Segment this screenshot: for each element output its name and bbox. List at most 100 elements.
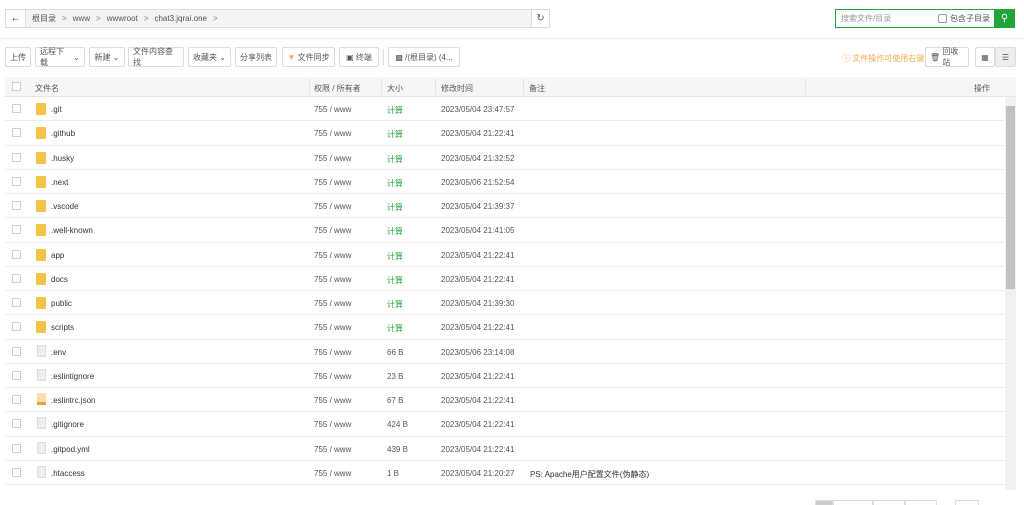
file-size[interactable]: 计算: [387, 251, 403, 262]
table-row[interactable]: .htaccess 755 / www 1 B 2023/05/04 21:20…: [5, 461, 1005, 486]
back-arrow-icon[interactable]: ←: [6, 10, 26, 27]
refresh-icon[interactable]: ↻: [531, 10, 549, 27]
file-perm[interactable]: 755 / www: [314, 299, 351, 308]
remote-download-button[interactable]: 远程下载 ⌄: [35, 47, 85, 67]
row-checkbox[interactable]: [12, 298, 21, 308]
file-perm[interactable]: 755 / www: [314, 445, 351, 454]
favorites-button[interactable]: 收藏夹 ⌄: [188, 47, 231, 67]
pager-button[interactable]: [815, 500, 833, 505]
scrollbar-thumb[interactable]: [1006, 106, 1015, 289]
file-name[interactable]: .next: [51, 178, 68, 187]
table-row[interactable]: .well-known 755 / www 计算 2023/05/04 21:4…: [5, 218, 1005, 243]
row-checkbox[interactable]: [12, 346, 21, 356]
file-size[interactable]: 计算: [387, 178, 403, 189]
col-size[interactable]: 大小: [387, 83, 403, 94]
table-row[interactable]: .vscode 755 / www 计算 2023/05/04 21:39:37: [5, 194, 1005, 219]
pager-button[interactable]: [873, 500, 905, 505]
breadcrumb-root[interactable]: 根目录: [32, 13, 56, 24]
content-search-button[interactable]: 文件内容查找: [128, 47, 184, 67]
row-checkbox[interactable]: [12, 225, 21, 235]
share-list-button[interactable]: 分享列表: [235, 47, 277, 67]
recycle-bin-button[interactable]: 🗑 回收站: [925, 47, 969, 67]
table-row[interactable]: .husky 755 / www 计算 2023/05/04 21:32:52: [5, 146, 1005, 170]
file-name[interactable]: .git: [51, 105, 62, 114]
row-checkbox[interactable]: [12, 128, 21, 138]
disk-button[interactable]: ▩ /(根目录) (4...: [388, 47, 460, 67]
file-name[interactable]: .gitpod.yml: [51, 445, 90, 454]
row-checkbox[interactable]: [12, 395, 21, 405]
file-remark[interactable]: PS: Apache用户配置文件(伪静态): [530, 469, 649, 480]
file-name[interactable]: .htaccess: [51, 469, 85, 478]
file-name[interactable]: .gitignore: [51, 420, 84, 429]
table-row[interactable]: .github 755 / www 计算 2023/05/04 21:22:41: [5, 121, 1005, 146]
file-perm[interactable]: 755 / www: [314, 202, 351, 211]
file-name[interactable]: public: [51, 299, 72, 308]
grid-view-icon[interactable]: ▦: [975, 47, 995, 67]
file-name[interactable]: docs: [51, 275, 68, 284]
file-perm[interactable]: 755 / www: [314, 105, 351, 114]
search-input[interactable]: 搜索文件/目录: [836, 13, 938, 24]
row-checkbox[interactable]: [12, 322, 21, 332]
row-checkbox[interactable]: [12, 201, 21, 211]
table-row[interactable]: .git 755 / www 计算 2023/05/04 23:47:57: [5, 97, 1005, 122]
row-checkbox[interactable]: [12, 176, 21, 186]
file-size[interactable]: 计算: [387, 323, 403, 334]
file-size[interactable]: 计算: [387, 129, 403, 140]
file-name[interactable]: scripts: [51, 323, 74, 332]
new-button[interactable]: 新建 ⌄: [89, 47, 125, 67]
file-name[interactable]: .eslintignore: [51, 372, 94, 381]
file-name[interactable]: .env: [51, 348, 66, 357]
col-name[interactable]: 文件名: [35, 83, 59, 94]
file-name[interactable]: .github: [51, 129, 75, 138]
pager-button[interactable]: [905, 500, 937, 505]
col-mtime[interactable]: 修改时间: [441, 83, 473, 94]
file-name[interactable]: .well-known: [51, 226, 93, 235]
pager-button[interactable]: [955, 500, 979, 505]
table-row[interactable]: scripts 755 / www 计算 2023/05/04 21:22:41: [5, 315, 1005, 340]
file-perm[interactable]: 755 / www: [314, 420, 351, 429]
file-perm[interactable]: 755 / www: [314, 154, 351, 163]
table-row[interactable]: docs 755 / www 计算 2023/05/04 21:22:41: [5, 267, 1005, 292]
row-checkbox[interactable]: [12, 370, 21, 380]
file-size[interactable]: 计算: [387, 275, 403, 286]
file-perm[interactable]: 755 / www: [314, 251, 351, 260]
file-perm[interactable]: 755 / www: [314, 129, 351, 138]
breadcrumb-wwwroot[interactable]: wwwroot: [107, 14, 138, 23]
file-name[interactable]: app: [51, 251, 64, 260]
list-view-icon[interactable]: ☰: [995, 47, 1016, 67]
file-size[interactable]: 计算: [387, 105, 403, 116]
table-row[interactable]: .gitignore 755 / www 424 B 2023/05/04 21…: [5, 412, 1005, 437]
file-perm[interactable]: 755 / www: [314, 323, 351, 332]
table-row[interactable]: .next 755 / www 计算 2023/05/06 21:52:54: [5, 170, 1005, 195]
row-checkbox[interactable]: [12, 152, 21, 162]
file-size[interactable]: 计算: [387, 202, 403, 213]
file-perm[interactable]: 755 / www: [314, 348, 351, 357]
table-row[interactable]: public 755 / www 计算 2023/05/04 21:39:30: [5, 291, 1005, 316]
row-checkbox[interactable]: [12, 249, 21, 259]
pager-button[interactable]: [833, 500, 873, 505]
file-perm[interactable]: 755 / www: [314, 226, 351, 235]
file-name[interactable]: .husky: [51, 154, 74, 163]
file-size[interactable]: 计算: [387, 154, 403, 165]
file-perm[interactable]: 755 / www: [314, 469, 351, 478]
file-name[interactable]: .eslintrc.json: [51, 396, 95, 405]
table-row[interactable]: .env 755 / www 66 B 2023/05/06 23:14:08: [5, 340, 1005, 364]
table-row[interactable]: .gitpod.yml 755 / www 439 B 2023/05/04 2…: [5, 437, 1005, 461]
file-perm[interactable]: 755 / www: [314, 178, 351, 187]
table-row[interactable]: .eslintrc.json 755 / www 67 B 2023/05/04…: [5, 388, 1005, 413]
file-sync-button[interactable]: ▼ 文件同步: [282, 47, 335, 67]
table-row[interactable]: app 755 / www 计算 2023/05/04 21:22:41: [5, 243, 1005, 267]
row-checkbox[interactable]: [12, 467, 21, 477]
row-checkbox[interactable]: [12, 419, 21, 429]
breadcrumb-site[interactable]: chat3.jqrai.one: [154, 14, 206, 23]
file-size[interactable]: 计算: [387, 299, 403, 310]
file-perm[interactable]: 755 / www: [314, 275, 351, 284]
file-size[interactable]: 计算: [387, 226, 403, 237]
search-icon[interactable]: ⚲: [994, 9, 1015, 28]
file-name[interactable]: .vscode: [51, 202, 79, 211]
row-checkbox[interactable]: [12, 443, 21, 453]
file-perm[interactable]: 755 / www: [314, 372, 351, 381]
subdir-checkbox[interactable]: [938, 14, 947, 23]
col-perm[interactable]: 权限 / 所有者: [314, 83, 361, 94]
select-all-checkbox[interactable]: [12, 82, 21, 91]
